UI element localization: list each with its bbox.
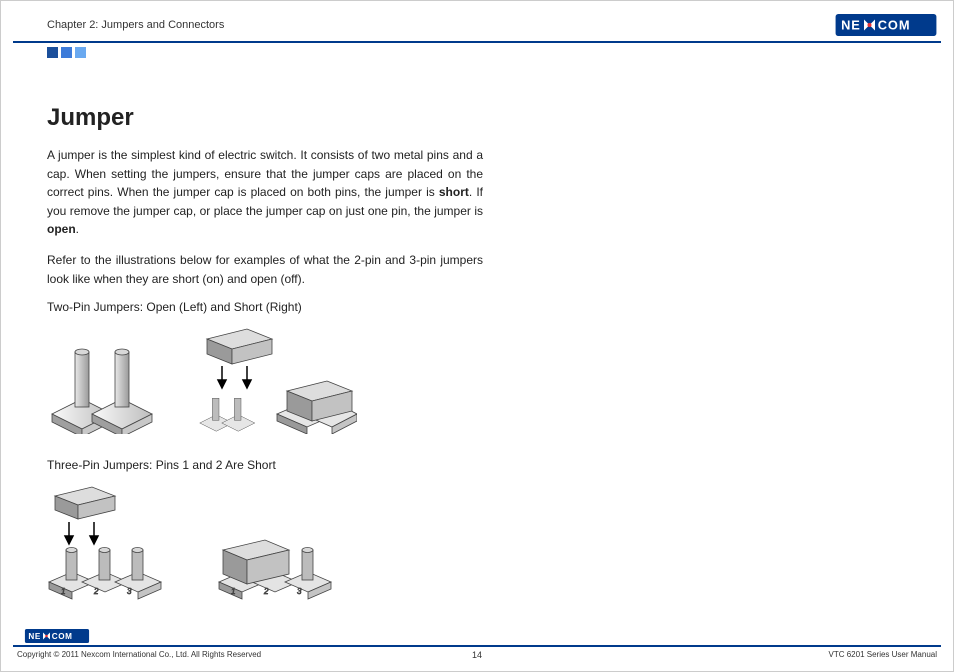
bold-short: short (439, 185, 469, 199)
three-pin-illustration-row: 1 2 3 (47, 482, 483, 602)
nexcom-logo: NE COM (831, 14, 941, 36)
footer-row: Copyright © 2011 Nexcom International Co… (13, 650, 941, 661)
pin-label-2: 2 (263, 587, 269, 596)
header-rule (13, 41, 941, 43)
pin-label-1: 1 (61, 587, 65, 596)
manual-name: VTC 6201 Series User Manual (829, 650, 938, 659)
svg-text:NE: NE (28, 632, 40, 641)
svg-text:COM: COM (878, 18, 911, 33)
section-title: Jumper (47, 104, 483, 132)
page-header: Chapter 2: Jumpers and Connectors NE COM (13, 11, 941, 39)
paragraph-1: A jumper is the simplest kind of electri… (47, 146, 483, 239)
two-pin-short-icon (197, 324, 357, 434)
bold-open: open (47, 222, 76, 236)
pin-label-3: 3 (297, 587, 302, 596)
caption-two-pin: Two-Pin Jumpers: Open (Left) and Short (… (47, 300, 483, 314)
square-icon (75, 47, 86, 58)
copyright-text: Copyright © 2011 Nexcom International Co… (17, 650, 261, 659)
two-pin-open-icon (47, 334, 157, 434)
page-footer: NE COM Copyright © 2011 Nexcom Internati… (13, 629, 941, 661)
svg-text:COM: COM (52, 632, 73, 641)
text: A jumper is the simplest kind of electri… (47, 148, 483, 199)
content-column: Jumper A jumper is the simplest kind of … (13, 58, 483, 602)
text: . (76, 222, 79, 236)
decorative-squares (47, 47, 941, 58)
pin-label-3: 3 (127, 587, 132, 596)
pin-label-1: 1 (231, 587, 235, 596)
nexcom-logo-footer: NE COM (17, 629, 97, 643)
square-icon (61, 47, 72, 58)
footer-rule (13, 645, 941, 647)
three-pin-shorted-icon: 1 2 3 (217, 522, 347, 602)
paragraph-2: Refer to the illustrations below for exa… (47, 251, 483, 288)
three-pin-cap-placing-icon: 1 2 3 (47, 482, 177, 602)
page: Chapter 2: Jumpers and Connectors NE COM… (13, 11, 941, 661)
chapter-label: Chapter 2: Jumpers and Connectors (13, 19, 224, 31)
page-number: 14 (472, 650, 482, 660)
two-pin-illustration-row (47, 324, 483, 434)
caption-three-pin: Three-Pin Jumpers: Pins 1 and 2 Are Shor… (47, 458, 483, 472)
svg-text:NE: NE (841, 18, 861, 33)
square-icon (47, 47, 58, 58)
pin-label-2: 2 (93, 587, 99, 596)
